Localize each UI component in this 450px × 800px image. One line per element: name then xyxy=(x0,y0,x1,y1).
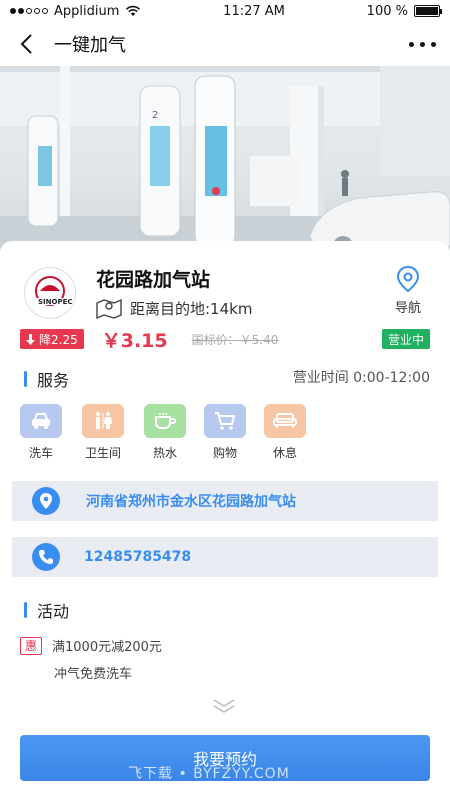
discount-badge: 惠 xyxy=(20,636,42,655)
back-button[interactable] xyxy=(14,32,38,56)
promo-item: 惠 满1000元减200元 xyxy=(20,636,162,655)
services-heading: 服务 xyxy=(24,367,69,391)
service-item-shopping[interactable]: 购物 xyxy=(204,404,246,461)
car-icon xyxy=(20,404,62,438)
station-hero-image: 2 xyxy=(0,66,450,256)
station-detail-card: SINOPEC 花园路加气站 距离目的地:14km 导航 降2.25 ￥3.15… xyxy=(0,241,450,800)
phone-icon xyxy=(32,543,60,571)
service-item-hot-water[interactable]: 热水 xyxy=(144,404,186,461)
service-label: 卫生间 xyxy=(84,446,121,460)
section-marker xyxy=(24,602,27,618)
page-title: 一键加气 xyxy=(54,35,126,56)
station-name: 花园路加气站 xyxy=(96,269,211,291)
restroom-icon xyxy=(82,404,124,438)
chevron-left-icon xyxy=(20,34,32,54)
service-item-restroom[interactable]: 卫生间 xyxy=(80,404,126,461)
activity-heading-text: 活动 xyxy=(37,602,70,621)
service-label: 休息 xyxy=(272,446,297,460)
status-badge: 营业中 xyxy=(381,329,430,349)
nav-bar: 一键加气 xyxy=(0,22,450,66)
section-marker xyxy=(24,371,27,387)
location-pin-icon xyxy=(396,265,420,293)
cup-icon xyxy=(144,404,186,438)
address-text: 河南省郑州市金水区花园路加气站 xyxy=(86,494,296,510)
distance-text: 距离目的地:14km xyxy=(130,299,253,318)
sofa-icon xyxy=(264,404,306,438)
sinopec-logo: SINOPEC xyxy=(24,267,76,319)
activity-heading: 活动 xyxy=(24,598,69,622)
clock: 11:27 AM xyxy=(223,3,285,19)
business-hours: 营业时间 0:00-12:00 xyxy=(292,370,430,386)
service-item-rest[interactable]: 休息 xyxy=(264,404,306,461)
promo-text-2: 冲气免费洗车 xyxy=(54,667,133,682)
distance-info: 距离目的地:14km xyxy=(96,297,252,319)
services-heading-text: 服务 xyxy=(37,371,70,390)
promo-text-1: 满1000元减200元 xyxy=(52,640,162,655)
current-price: ￥3.15 xyxy=(101,329,168,352)
service-item-car-wash[interactable]: 洗车 xyxy=(20,404,62,461)
price-drop-badge: 降2.25 xyxy=(20,329,84,349)
service-label: 洗车 xyxy=(28,446,53,460)
standard-price: 国标价：￥5.40 xyxy=(191,332,279,347)
location-icon xyxy=(32,487,60,515)
cart-icon xyxy=(204,404,246,438)
more-options-button[interactable] xyxy=(409,41,436,47)
status-bar: Applidium 11:27 AM 100 % xyxy=(0,0,450,22)
sinopec-logo-icon: SINOPEC xyxy=(35,276,73,306)
price-row: 降2.25 ￥3.15 国标价：￥5.40 营业中 xyxy=(20,328,430,352)
address-bar[interactable]: 河南省郑州市金水区花园路加气站 xyxy=(12,481,438,521)
map-pin-icon xyxy=(96,298,122,319)
svg-text:SINOPEC: SINOPEC xyxy=(38,298,73,306)
status-right: 100 % xyxy=(366,3,442,19)
navigate-button[interactable]: 导航 xyxy=(386,265,430,316)
phone-number: 12485785478 xyxy=(84,549,192,565)
signal-icon xyxy=(10,8,48,14)
wifi-icon xyxy=(126,5,141,16)
station-header: SINOPEC 花园路加气站 距离目的地:14km 导航 xyxy=(24,265,430,325)
battery-percent: 100 % xyxy=(366,3,408,19)
expand-chevron-icon[interactable] xyxy=(212,698,236,718)
navigate-label: 导航 xyxy=(394,301,421,316)
status-left: Applidium xyxy=(10,4,141,19)
service-label: 购物 xyxy=(212,446,237,460)
svg-text:2: 2 xyxy=(152,110,158,121)
hydrogen-station-illustration: 2 xyxy=(0,66,450,256)
arrow-down-icon xyxy=(26,333,35,345)
price-drop-text: 降2.25 xyxy=(39,332,78,347)
watermark-text: 飞下载 • BYFZYY.COM xyxy=(128,766,290,782)
phone-bar[interactable]: 12485785478 xyxy=(12,537,438,577)
service-label: 热水 xyxy=(152,446,177,460)
services-list: 洗车 卫生间 热水 购物 休息 xyxy=(20,404,306,461)
battery-icon xyxy=(413,5,442,17)
app-screen: Applidium 11:27 AM 100 % 一键加气 2 SINOPEC … xyxy=(0,0,450,800)
carrier-label: Applidium xyxy=(54,3,120,19)
